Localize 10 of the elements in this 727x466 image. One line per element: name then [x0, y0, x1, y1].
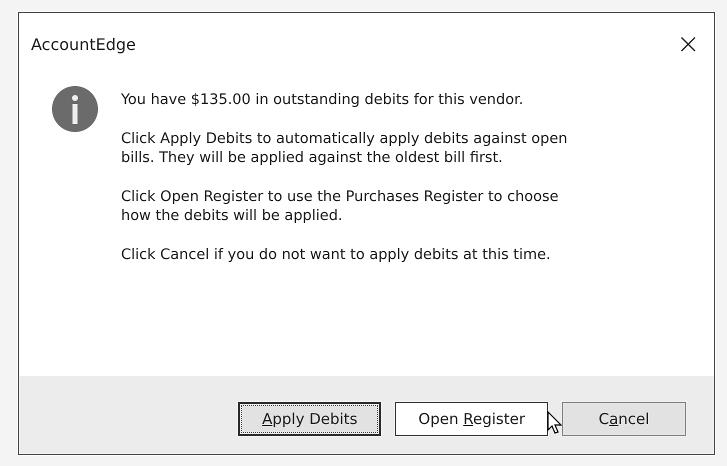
info-icon	[51, 85, 99, 133]
message-text: You have $135.00 in outstanding debits for this vendor.	[121, 91, 524, 110]
close-button[interactable]: ×	[676, 30, 700, 58]
window-title: AccountEdge	[31, 34, 136, 54]
message-text: Click Open Register to use the Purchases Register to choose how the debits will be applied.	[121, 188, 560, 226]
message-text: Click Apply Debits to automatically apply debits against open bills. They will be applied against the oldest bill first.	[121, 130, 568, 168]
dialog-button[interactable]: Apply Debits	[238, 402, 382, 436]
dialog-button[interactable]: Cancel	[562, 402, 686, 436]
cursor-icon	[547, 411, 563, 435]
message-text: Click Cancel if you do not want to apply debits at this time.	[121, 246, 552, 265]
